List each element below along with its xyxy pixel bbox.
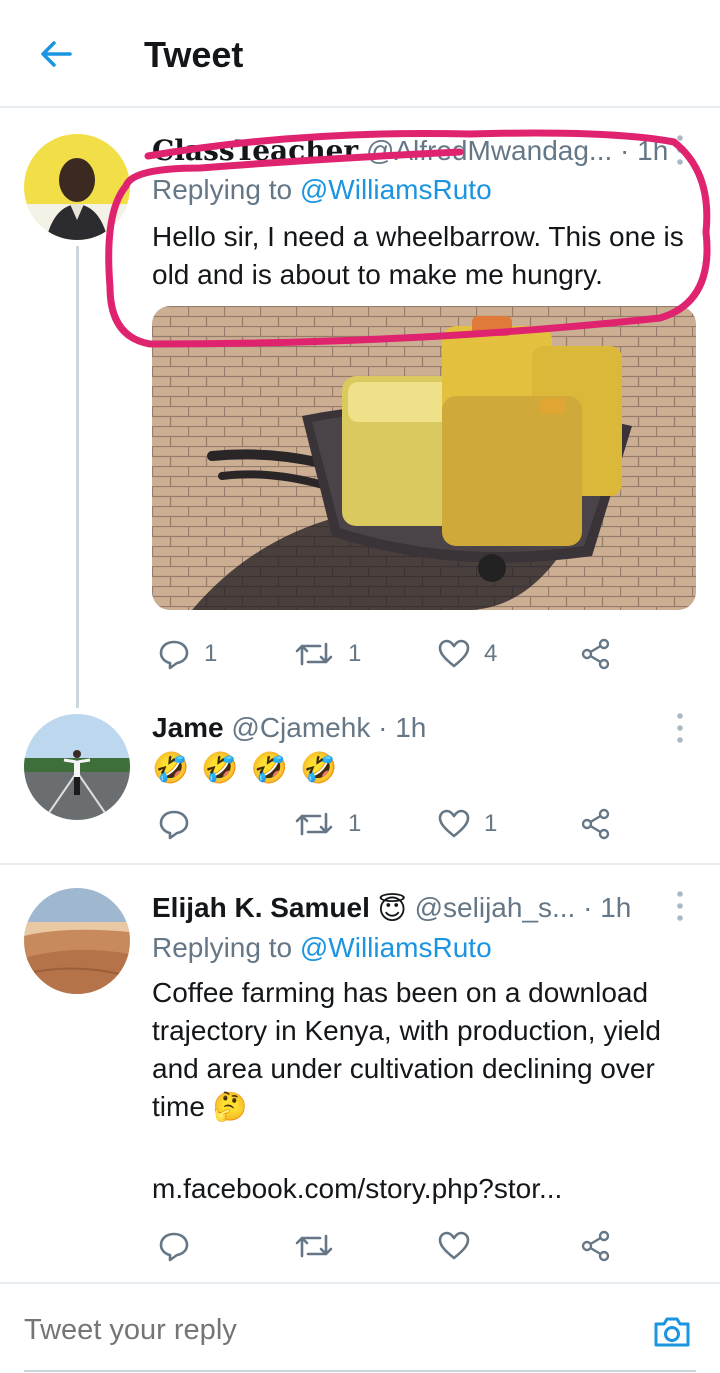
reply-count: 1: [204, 640, 218, 667]
more-icon[interactable]: [668, 708, 692, 748]
mention-link[interactable]: @WilliamsRuto: [300, 174, 492, 205]
replying-to: Replying to @WilliamsRuto: [152, 174, 492, 206]
reply-button[interactable]: [158, 1226, 190, 1266]
input-underline: [24, 1370, 696, 1372]
page-title: Tweet: [144, 34, 244, 75]
tweet-actions: [152, 1226, 672, 1266]
display-name[interactable]: ClassTeacher: [152, 134, 358, 167]
share-button[interactable]: [580, 804, 612, 844]
tweet-header: Jame @Cjamehk · 1h: [152, 712, 672, 744]
replying-prefix: Replying to: [152, 932, 293, 963]
back-arrow-icon[interactable]: [36, 34, 76, 74]
retweet-button[interactable]: 1: [294, 804, 361, 844]
display-name[interactable]: Elijah K. Samuel: [152, 892, 370, 923]
user-handle[interactable]: @Cjamehk: [231, 712, 370, 743]
tweet-text: 🤣🤣🤣🤣: [152, 752, 350, 785]
like-icon: [438, 809, 470, 838]
retweet-icon: [295, 642, 333, 666]
share-icon: [581, 1230, 610, 1262]
reply-icon: [159, 810, 189, 840]
retweet-icon: [295, 812, 333, 836]
share-button[interactable]: [580, 634, 612, 674]
retweet-button[interactable]: 1: [294, 634, 361, 674]
tweet-media-image[interactable]: [152, 306, 696, 610]
avatar[interactable]: [24, 888, 130, 994]
replying-prefix: Replying to: [152, 174, 293, 205]
timestamp[interactable]: · 1h: [583, 892, 631, 923]
share-icon: [581, 638, 610, 670]
like-icon: [438, 639, 470, 668]
share-icon: [581, 808, 610, 840]
tweet-header: Elijah K. Samuel 😇 @selijah_s... · 1h: [152, 892, 672, 926]
name-emoji: 😇: [377, 894, 407, 926]
timestamp[interactable]: · 1h: [620, 135, 668, 166]
reply-composer: [0, 1282, 720, 1373]
mention-link[interactable]: @WilliamsRuto: [300, 932, 492, 963]
avatar[interactable]: [24, 714, 130, 820]
avatar[interactable]: [24, 134, 130, 240]
tweet-jame[interactable]: Jame @Cjamehk · 1h 🤣🤣🤣🤣 1 1: [0, 698, 720, 864]
like-count: 4: [484, 640, 498, 667]
like-button[interactable]: [438, 1226, 470, 1266]
reply-input[interactable]: [24, 1314, 584, 1347]
reply-button[interactable]: 1: [158, 634, 217, 674]
like-button[interactable]: 4: [438, 634, 497, 674]
reply-icon: [159, 640, 189, 670]
camera-icon[interactable]: [652, 1312, 692, 1352]
user-handle[interactable]: @AlfredMwandag...: [366, 135, 612, 166]
like-count: 1: [484, 810, 498, 837]
retweet-icon: [295, 1234, 333, 1258]
share-button[interactable]: [580, 1226, 612, 1266]
text-emoji: 🤔: [212, 1091, 248, 1122]
replying-to: Replying to @WilliamsRuto: [152, 932, 492, 964]
retweet-count: 1: [348, 810, 362, 837]
user-handle[interactable]: @selijah_s...: [415, 892, 576, 923]
more-icon[interactable]: [668, 886, 692, 926]
tweet-actions: 1 1 4: [152, 634, 672, 674]
tweet-elijah[interactable]: Elijah K. Samuel 😇 @selijah_s... · 1h Re…: [0, 866, 720, 1280]
retweet-button[interactable]: [294, 1226, 334, 1266]
reply-icon: [159, 1232, 189, 1262]
reply-button[interactable]: [158, 804, 190, 844]
divider: [0, 863, 720, 865]
tweet-text: Hello sir, I need a wheelbarrow. This on…: [152, 221, 684, 290]
display-name[interactable]: Jame: [152, 712, 224, 743]
tweet-header: ClassTeacher @AlfredMwandag... · 1h: [152, 134, 672, 167]
like-icon: [438, 1231, 470, 1260]
top-bar: Tweet: [0, 0, 720, 108]
external-link[interactable]: m.facebook.com/story.php?stor...: [152, 1170, 700, 1208]
like-button[interactable]: 1: [438, 804, 497, 844]
timestamp[interactable]: · 1h: [378, 712, 426, 743]
tweet-actions: 1 1: [152, 804, 672, 844]
retweet-count: 1: [348, 640, 362, 667]
more-icon[interactable]: [668, 130, 692, 170]
tweet-text: Coffee farming has been on a download tr…: [152, 974, 712, 1126]
